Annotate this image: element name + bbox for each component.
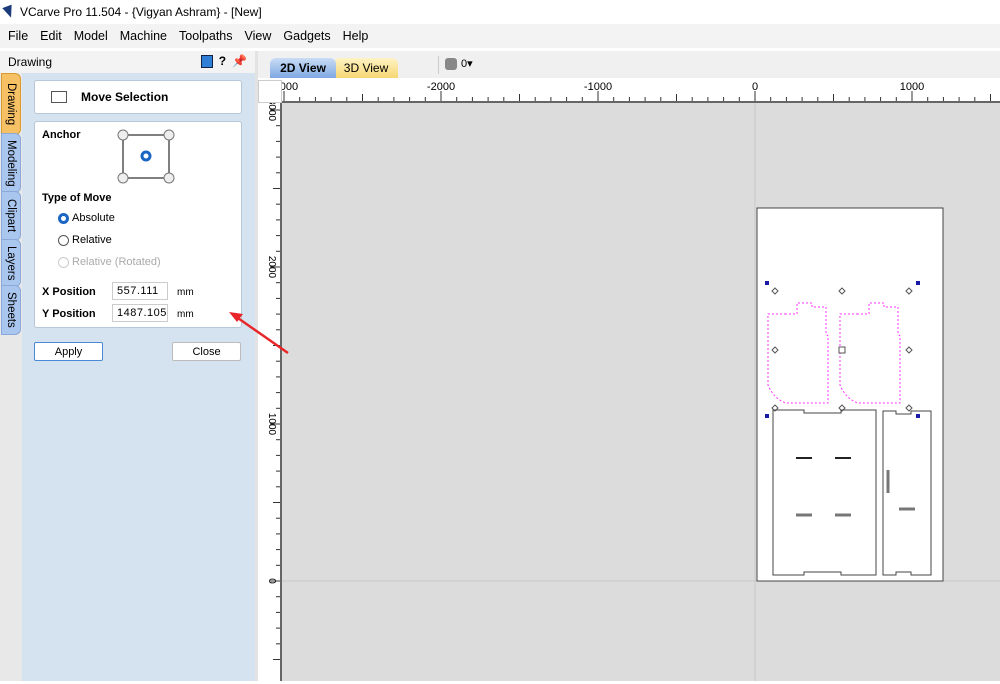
dock-icon[interactable]: [200, 54, 213, 68]
tab-2d-view[interactable]: 2D View: [270, 58, 336, 78]
ruler-label: -2000: [427, 81, 455, 93]
y-unit: mm: [177, 309, 194, 320]
ruler-label: 0: [752, 81, 758, 93]
panel-title: Drawing: [8, 55, 53, 69]
vertical-ruler: 3000 2000 1000 0: [258, 99, 282, 681]
move-selection-icon: [51, 91, 67, 103]
drawing-canvas[interactable]: [282, 103, 1000, 681]
ruler-label: 3000: [266, 103, 277, 122]
menu-file[interactable]: File: [2, 29, 34, 43]
tab-layers[interactable]: Layers: [1, 239, 21, 287]
tab-clipart[interactable]: Clipart: [1, 191, 21, 241]
x-position-input[interactable]: 557.111: [112, 282, 168, 300]
horizontal-ruler: -3000 -2000 -1000 0 1000: [270, 80, 1000, 103]
move-selection-panel: Move Selection Anchor Type of Move Absol…: [22, 73, 255, 681]
help-icon[interactable]: ?: [219, 54, 226, 68]
menu-model[interactable]: Model: [68, 29, 114, 43]
layer-dropdown[interactable]: 0▾: [461, 57, 473, 70]
app-logo-icon: [2, 4, 16, 20]
side-tabs: Drawing Modeling Clipart Layers Sheets: [0, 73, 22, 681]
tool-header: Move Selection: [34, 80, 242, 114]
x-unit: mm: [177, 287, 194, 298]
anchor-top-right[interactable]: [163, 129, 175, 141]
type-of-move-label: Type of Move: [42, 192, 112, 204]
anchor-label: Anchor: [42, 129, 81, 141]
ruler-origin-corner[interactable]: [258, 80, 282, 103]
menu-edit[interactable]: Edit: [34, 29, 68, 43]
menu-view[interactable]: View: [239, 29, 278, 43]
y-position-label: Y Position: [42, 308, 96, 320]
apply-button[interactable]: Apply: [34, 342, 103, 361]
menu-gadgets[interactable]: Gadgets: [277, 29, 336, 43]
tab-modeling[interactable]: Modeling: [1, 133, 21, 193]
title-bar: VCarve Pro 11.504 - {Vigyan Ashram} - [N…: [0, 0, 1000, 24]
ruler-label: -3000: [282, 81, 298, 93]
radio-absolute[interactable]: Absolute: [58, 212, 115, 224]
panel-header: Drawing ? 📌: [0, 51, 255, 73]
radio-relative[interactable]: Relative: [58, 234, 112, 246]
layer-cube-icon[interactable]: [445, 58, 457, 70]
pin-icon[interactable]: 📌: [232, 54, 247, 68]
menu-machine[interactable]: Machine: [114, 29, 173, 43]
ruler-label: 2000: [266, 256, 277, 279]
tab-sheets[interactable]: Sheets: [1, 285, 21, 335]
ruler-label: 0: [266, 578, 277, 584]
window-title: VCarve Pro 11.504 - {Vigyan Ashram} - [N…: [20, 5, 262, 19]
material-sheet: [756, 207, 944, 582]
ruler-label: 1000: [900, 81, 924, 93]
canvas-drawing: [282, 103, 1000, 681]
y-position-input[interactable]: 1487.105: [112, 304, 168, 322]
anchor-selector[interactable]: [115, 127, 177, 185]
radio-relative-rotated: Relative (Rotated): [58, 256, 161, 268]
anchor-bottom-left[interactable]: [117, 172, 129, 184]
x-position-label: X Position: [42, 286, 96, 298]
options-box: Anchor Type of Move Absolute Relative Re…: [34, 121, 242, 328]
anchor-top-left[interactable]: [117, 129, 129, 141]
menu-toolpaths[interactable]: Toolpaths: [173, 29, 239, 43]
tool-title: Move Selection: [81, 90, 169, 104]
tab-3d-view[interactable]: 3D View: [334, 58, 398, 78]
ruler-label: 1000: [266, 413, 277, 436]
anchor-bottom-right[interactable]: [163, 172, 175, 184]
anchor-center[interactable]: [140, 150, 152, 162]
menu-help[interactable]: Help: [337, 29, 375, 43]
view-toolbar: 2D View 3D View 0▾: [258, 51, 1000, 78]
tab-drawing[interactable]: Drawing: [1, 73, 21, 135]
ruler-label: -1000: [584, 81, 612, 93]
annotation-arrow: [229, 312, 289, 355]
menu-bar: File Edit Model Machine Toolpaths View G…: [0, 24, 1000, 48]
